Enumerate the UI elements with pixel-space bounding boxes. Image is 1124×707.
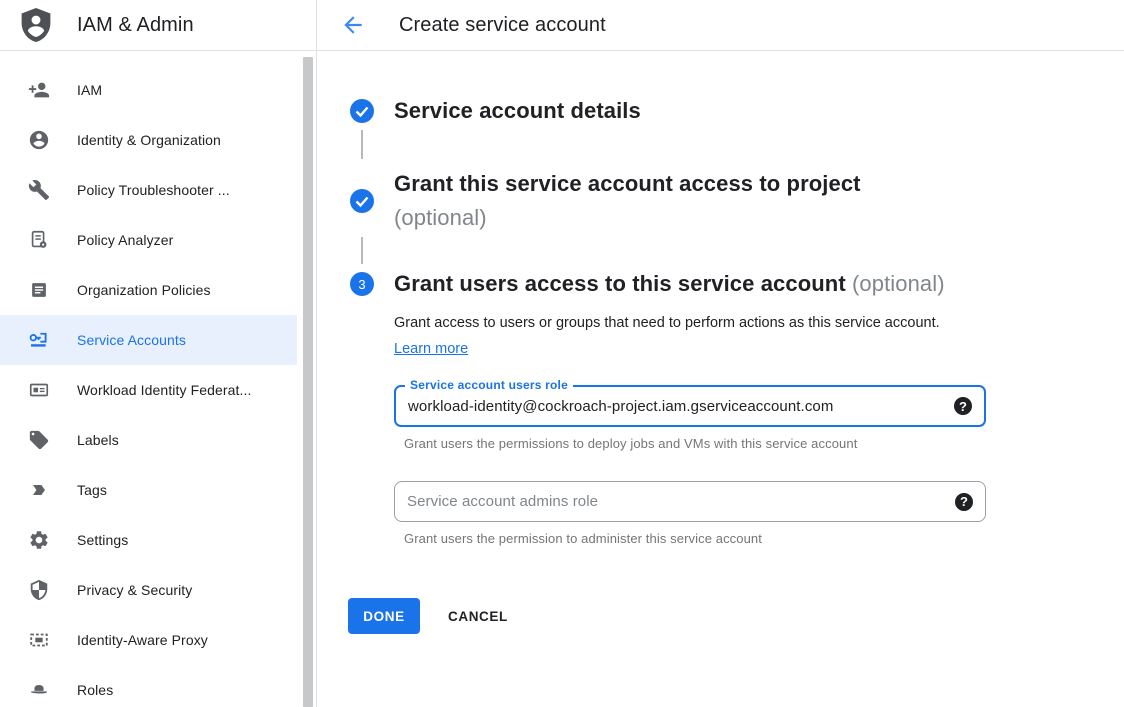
sidebar-item-label: Roles — [77, 682, 113, 698]
sidebar-item-labels[interactable]: Labels — [0, 415, 297, 465]
service-account-key-icon — [28, 329, 50, 351]
sidebar-item-label: IAM — [77, 82, 102, 98]
sidebar-item-label: Organization Policies — [77, 282, 211, 298]
sidebar-scrollbar[interactable] — [303, 57, 313, 707]
sidebar-item-label: Policy Troubleshooter ... — [77, 182, 230, 198]
wrench-icon — [28, 179, 50, 201]
optional-tag: (optional) — [852, 271, 945, 296]
step-2-grant-access-to-project: Grant this service account access to pro… — [350, 167, 1124, 235]
users-role-helper-text: Grant users the permissions to deploy jo… — [404, 436, 1124, 451]
sidebar-item-iam[interactable]: IAM — [0, 65, 297, 115]
sidebar-item-identity-organization[interactable]: Identity & Organization — [0, 115, 297, 165]
iam-admin-console: IAM & Admin IAM Identity & Organization … — [0, 0, 1124, 707]
step-2-title: Grant this service account access to pro… — [394, 167, 861, 235]
field-label: Service account users role — [405, 378, 573, 392]
badge-card-icon — [28, 379, 50, 401]
label-tag-icon — [28, 429, 50, 451]
policy-analyzer-icon — [28, 229, 50, 251]
service-account-users-role-field: Service account users role — [394, 385, 986, 427]
service-account-users-role-input[interactable] — [408, 398, 946, 415]
sidebar-item-policy-analyzer[interactable]: Policy Analyzer — [0, 215, 297, 265]
sidebar-item-organization-policies[interactable]: Organization Policies — [0, 265, 297, 315]
sidebar-item-identity-aware-proxy[interactable]: Identity-Aware Proxy — [0, 615, 297, 665]
learn-more-link[interactable]: Learn more — [394, 341, 468, 357]
sidebar-item-label: Identity & Organization — [77, 132, 221, 148]
tag-arrow-icon — [28, 479, 50, 501]
sidebar-item-label: Tags — [77, 482, 107, 498]
sidebar-item-label: Service Accounts — [77, 332, 186, 348]
sidebar-item-tags[interactable]: Tags — [0, 465, 297, 515]
shield-half-icon — [28, 579, 50, 601]
step-3-title: Grant users access to this service accou… — [394, 270, 945, 298]
step-connector — [361, 130, 363, 159]
product-title: IAM & Admin — [77, 14, 194, 37]
step-3-grant-users-access: 3 Grant users access to this service acc… — [350, 270, 1124, 298]
form-actions: DONE CANCEL — [348, 598, 1124, 634]
arrow-back-icon — [340, 12, 366, 38]
person-add-icon — [28, 79, 50, 101]
sidebar-item-settings[interactable]: Settings — [0, 515, 297, 565]
sidebar-item-label: Privacy & Security — [77, 582, 192, 598]
sidebar-header: IAM & Admin — [0, 0, 316, 51]
sidebar: IAM & Admin IAM Identity & Organization … — [0, 0, 317, 707]
optional-tag: (optional) — [394, 201, 861, 235]
main-panel: Create service account Service account d… — [317, 0, 1124, 707]
help-icon[interactable] — [955, 493, 973, 511]
article-icon — [28, 279, 50, 301]
step-1-service-account-details: Service account details — [350, 97, 1124, 125]
admins-role-helper-text: Grant users the permission to administer… — [404, 531, 1124, 546]
sidebar-item-privacy-security[interactable]: Privacy & Security — [0, 565, 297, 615]
sidebar-item-label: Workload Identity Federat... — [77, 382, 252, 398]
sidebar-item-label: Settings — [77, 532, 128, 548]
sidebar-nav: IAM Identity & Organization Policy Troub… — [0, 51, 297, 707]
sidebar-item-label: Policy Analyzer — [77, 232, 173, 248]
account-circle-icon — [28, 129, 50, 151]
sidebar-item-service-accounts[interactable]: Service Accounts — [0, 315, 297, 365]
create-service-account-stepper: Service account details Grant this servi… — [317, 51, 1124, 634]
iam-shield-person-icon — [20, 8, 52, 42]
back-button[interactable] — [340, 12, 366, 38]
sidebar-item-label: Identity-Aware Proxy — [77, 632, 208, 648]
sidebar-item-workload-identity-federation[interactable]: Workload Identity Federat... — [0, 365, 297, 415]
proxy-frame-icon — [28, 629, 50, 651]
step-3-number-circle: 3 — [350, 272, 374, 296]
service-account-admins-role-field — [394, 481, 986, 522]
sidebar-item-roles[interactable]: Roles — [0, 665, 297, 707]
step-1-check-circle-icon — [350, 99, 374, 123]
service-account-admins-role-input[interactable] — [407, 493, 947, 510]
hat-icon — [28, 679, 50, 701]
step-2-check-circle-icon — [350, 189, 374, 213]
step-3-description: Grant access to users or groups that nee… — [394, 310, 952, 362]
gear-icon — [28, 529, 50, 551]
cancel-button[interactable]: CANCEL — [448, 609, 508, 624]
step-1-title: Service account details — [394, 97, 641, 125]
sidebar-item-policy-troubleshooter[interactable]: Policy Troubleshooter ... — [0, 165, 297, 215]
step-3-form: Grant access to users or groups that nee… — [394, 310, 1124, 546]
done-button[interactable]: DONE — [348, 598, 420, 634]
page-title: Create service account — [399, 14, 606, 37]
sidebar-item-label: Labels — [77, 432, 119, 448]
help-icon[interactable] — [954, 397, 972, 415]
topbar: Create service account — [317, 0, 1124, 51]
step-connector — [361, 237, 363, 264]
